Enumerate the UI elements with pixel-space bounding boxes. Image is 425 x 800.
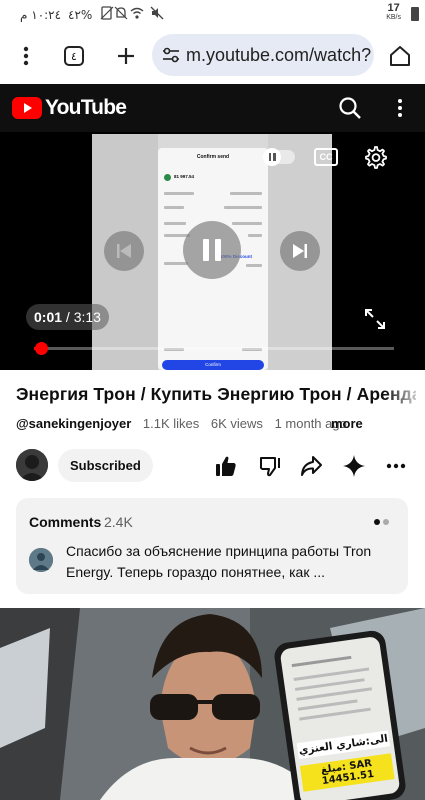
top-comment-text: Спасибо за объяснение принципа работы Tr…: [66, 543, 372, 580]
more-horizontal-icon: [386, 463, 406, 469]
wifi-icon: [130, 7, 144, 19]
carousel-dot-active: [374, 519, 380, 525]
home-icon: [390, 46, 410, 66]
channel-avatar-image: [16, 449, 48, 481]
likes-count: 1.1K likes: [142, 416, 200, 431]
carousel-dots: [374, 519, 389, 525]
player-settings-button[interactable]: [362, 144, 388, 170]
thumbs-down-icon: [259, 457, 280, 477]
network-speed: 17 KB/s: [386, 2, 401, 22]
tabs-button[interactable]: ٤: [56, 38, 92, 74]
status-battery-percent: ٤٢%: [68, 8, 93, 22]
alarm-off-icon: [114, 6, 128, 20]
url-text: m.youtube.com/watch?: [186, 45, 372, 65]
channel-handle[interactable]: @sanekingenjoyer: [16, 416, 131, 431]
autoplay-toggle[interactable]: [262, 148, 296, 166]
gear-icon: [365, 146, 387, 169]
battery-icon: [411, 7, 419, 21]
share-icon: [301, 456, 322, 476]
sparkle-icon: [343, 455, 365, 477]
frame-header: Confirm send: [196, 154, 230, 160]
video-meta[interactable]: @sanekingenjoyer 1.1K likes 6K views 1 m…: [16, 416, 347, 431]
home-button[interactable]: [382, 38, 418, 74]
next-video-thumbnail[interactable]: الى:شاري العنزي مبلغ: SAR 14451.51: [0, 608, 425, 800]
more-vertical-icon: [23, 46, 29, 66]
address-bar[interactable]: m.youtube.com/watch?: [152, 34, 374, 76]
youtube-menu-button[interactable]: [390, 94, 410, 122]
previous-button[interactable]: [104, 231, 144, 271]
thumbs-up-icon: [216, 456, 236, 476]
youtube-logo-text: YouTube: [45, 96, 127, 119]
browser-toolbar: ٤ m.youtube.com/watch?: [0, 28, 425, 84]
next-button[interactable]: [280, 231, 320, 271]
youtube-play-logo-icon: [12, 97, 42, 119]
progress-bar[interactable]: [34, 342, 394, 355]
skip-next-icon: [293, 244, 307, 258]
receipt-amount: مبلغ: SAR 14451.51: [299, 753, 395, 792]
title-fade: [385, 378, 425, 408]
comments-count: 2.4K: [104, 514, 133, 530]
youtube-logo[interactable]: YouTube: [12, 96, 127, 120]
scrubber-handle[interactable]: [35, 342, 49, 355]
new-tab-button[interactable]: [108, 38, 144, 74]
skip-previous-icon: [117, 244, 131, 258]
duration: 3:13: [73, 309, 101, 325]
status-bar: ١٠:٢٤ م ٤٢% 17 KB/s: [0, 0, 425, 28]
receipt-phone: الى:شاري العنزي مبلغ: SAR 14451.51: [272, 629, 408, 800]
frame-confirm: Confirm: [205, 362, 221, 367]
fullscreen-button[interactable]: [362, 306, 388, 332]
commenter-avatar: [29, 548, 53, 572]
comments-card[interactable]: Comments 2.4K Спасибо за объяснение прин…: [16, 498, 408, 594]
current-time: 0:01: [34, 309, 63, 325]
share-button[interactable]: [297, 452, 325, 480]
subscribe-button[interactable]: Subscribed: [58, 449, 153, 482]
frame-amount: 81 997.54: [174, 174, 195, 179]
dislike-button[interactable]: [256, 452, 284, 480]
video-title: Энергия Трон / Купить Энергию Трон / Аре…: [16, 384, 416, 404]
search-icon: [339, 97, 361, 119]
more-vertical-icon: [398, 99, 402, 117]
more-link[interactable]: more: [331, 416, 363, 431]
fullscreen-icon: [365, 309, 385, 329]
comments-heading: Comments: [29, 514, 102, 530]
more-actions-button[interactable]: [382, 452, 410, 480]
mute-icon: [150, 6, 164, 20]
channel-avatar[interactable]: [16, 449, 48, 481]
youtube-header: YouTube: [0, 84, 425, 132]
video-player[interactable]: Confirm send 81 997.54 100% Discount Con…: [0, 132, 425, 370]
like-button[interactable]: [212, 452, 240, 480]
captions-icon: CC: [314, 148, 338, 166]
ask-ai-button[interactable]: [340, 452, 368, 480]
pause-icon: [203, 239, 221, 261]
browser-menu-button[interactable]: [8, 38, 44, 74]
play-pause-button[interactable]: [183, 221, 241, 279]
search-button[interactable]: [336, 94, 364, 122]
pause-small-icon: [263, 148, 281, 166]
plus-icon: [118, 48, 134, 64]
captions-button[interactable]: CC: [313, 146, 339, 168]
carousel-dot: [383, 519, 389, 525]
tab-count: ٤: [64, 46, 84, 66]
view-count: 6K views: [210, 416, 263, 431]
site-settings-icon[interactable]: [162, 47, 180, 63]
status-time: ١٠:٢٤ م: [20, 8, 62, 22]
sim-icon: [100, 6, 114, 20]
time-display: 0:01 / 3:13: [26, 304, 109, 330]
time-separator: /: [62, 309, 74, 325]
